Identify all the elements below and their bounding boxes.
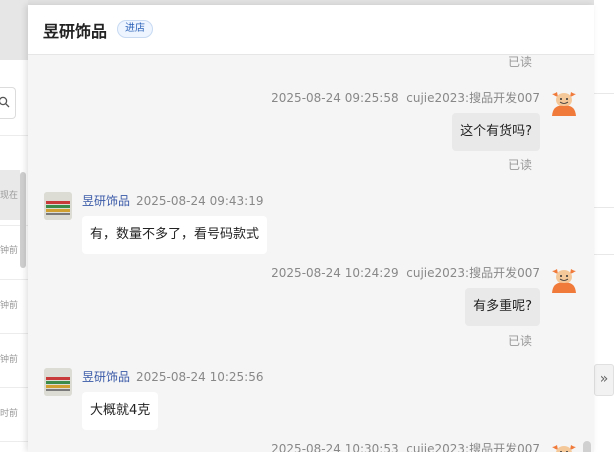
message-sender[interactable]: 昱研饰品 <box>82 194 130 208</box>
shop-avatar[interactable] <box>44 192 72 220</box>
conversation-time: 钟前 <box>0 355 19 365</box>
conversation-item[interactable]: 钟前 <box>0 225 20 275</box>
read-status: 已读 <box>507 334 532 348</box>
conversation-time: 钟前 <box>0 246 19 256</box>
message-time: 2025-08-24 09:25:58 <box>271 91 399 105</box>
ox-avatar-icon[interactable] <box>549 263 579 293</box>
message-time: 2025-08-24 09:43:19 <box>136 194 264 208</box>
message-sender[interactable]: 昱研饰品 <box>82 370 130 384</box>
shop-avatar-image <box>44 192 72 220</box>
message-meta: 2025-08-24 10:24:29 cujie2023:搜品开发007 <box>271 264 540 281</box>
divider <box>0 441 28 442</box>
message-meta: 昱研饰品 2025-08-24 09:43:19 <box>82 192 263 209</box>
conversation-item[interactable]: 时前 <box>0 388 20 438</box>
ox-avatar-icon[interactable] <box>549 439 579 452</box>
message-bubble: 这个有货吗? <box>452 113 540 151</box>
conversation-time: 钟前 <box>0 301 19 311</box>
message-sender: cujie2023:搜品开发007 <box>406 266 540 280</box>
message-list[interactable]: 已读 2025-08-24 09:25:58 cujie2023:搜品开发007… <box>28 55 594 452</box>
conversation-list: 现在 钟前 钟前 钟前 时前 <box>0 0 28 452</box>
ox-avatar-icon[interactable] <box>549 86 579 116</box>
message-bubble: 有，数量不多了，看号码款式 <box>82 216 268 254</box>
message-sender: cujie2023:搜品开发007 <box>406 442 540 452</box>
read-status: 已读 <box>507 158 532 172</box>
list-scrollbar[interactable] <box>20 172 26 268</box>
search-box[interactable] <box>0 87 16 119</box>
shop-avatar-image <box>44 368 72 396</box>
chat-header: 昱研饰品 进店 <box>28 5 594 55</box>
message-time: 2025-08-24 10:24:29 <box>271 266 399 280</box>
expand-button[interactable]: » <box>594 364 614 396</box>
enter-shop-button[interactable]: 进店 <box>117 20 153 38</box>
message-meta: 2025-08-24 10:30:53 cujie2023:搜品开发007 <box>271 440 540 452</box>
shop-avatar[interactable] <box>44 368 72 396</box>
message-time: 2025-08-24 10:25:56 <box>136 370 264 384</box>
conversation-time: 时前 <box>0 409 19 419</box>
shop-name[interactable]: 昱研饰品 <box>43 18 107 42</box>
conversation-item[interactable]: 钟前 <box>0 280 20 330</box>
search-icon[interactable] <box>0 96 10 108</box>
list-header <box>0 0 28 60</box>
message-meta: 昱研饰品 2025-08-24 10:25:56 <box>82 368 263 385</box>
chat-panel: 昱研饰品 进店 已读 2025-08-24 09:25:58 cujie2023… <box>28 5 594 452</box>
message-bubble: 大概就4克 <box>82 392 159 430</box>
divider <box>594 93 614 94</box>
message-bubble: 有多重呢? <box>465 288 540 326</box>
message-meta: 2025-08-24 09:25:58 cujie2023:搜品开发007 <box>271 89 540 106</box>
message-sender: cujie2023:搜品开发007 <box>406 91 540 105</box>
conversation-item[interactable]: 现在 <box>0 170 20 220</box>
conversation-time: 现在 <box>0 191 19 201</box>
divider <box>0 135 28 136</box>
message-time: 2025-08-24 10:30:53 <box>271 442 399 452</box>
divider <box>594 254 614 255</box>
right-background-panel: » <box>594 0 614 452</box>
divider <box>594 207 614 208</box>
read-status: 已读 <box>507 55 532 69</box>
chat-scrollbar[interactable] <box>583 441 591 452</box>
conversation-item[interactable]: 钟前 <box>0 334 20 384</box>
double-chevron-right-icon: » <box>599 371 609 387</box>
